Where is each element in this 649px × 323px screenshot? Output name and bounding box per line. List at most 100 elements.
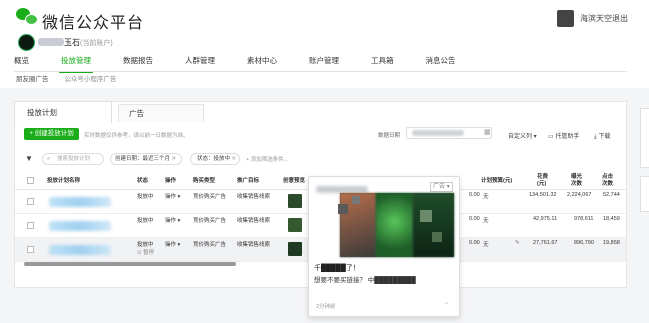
subnav-moments-ads[interactable]: 朋友圈广告: [16, 76, 49, 83]
col-preview: 创意预览: [283, 178, 306, 184]
more-icon[interactable]: ··: [444, 300, 449, 307]
plan-name-redacted[interactable]: [49, 197, 111, 207]
row-clicks: 18,459: [603, 216, 620, 222]
user-name[interactable]: 海滨天空: [580, 13, 612, 24]
plan-name-redacted[interactable]: [49, 245, 111, 255]
mosaic-block: [420, 210, 432, 222]
status-filter-chip[interactable]: 状态：投放中 ✕: [190, 153, 240, 165]
mosaic-block: [432, 232, 442, 242]
creative-thumbnail[interactable]: [288, 194, 302, 208]
nav-audience[interactable]: 人群管理: [185, 54, 215, 70]
nav-reports[interactable]: 数据报告: [123, 54, 153, 70]
nav-assets[interactable]: 素材中心: [247, 54, 277, 70]
nav-campaign-management[interactable]: 投放管理: [59, 54, 93, 73]
nav-account[interactable]: 账户管理: [309, 54, 339, 70]
creative-thumbnail[interactable]: [288, 218, 302, 232]
mosaic-block: [338, 204, 348, 214]
close-icon[interactable]: ✕: [232, 156, 237, 162]
plan-name-redacted[interactable]: [49, 221, 111, 231]
calendar-icon[interactable]: ▦: [484, 128, 491, 136]
edit-icon[interactable]: ✎: [515, 240, 520, 246]
row-plan-budget: 无: [483, 242, 489, 248]
row-action-menu[interactable]: 操作 ▾: [165, 192, 180, 200]
add-filter-button[interactable]: + 添加筛选条件...: [246, 155, 288, 163]
row-pause-link[interactable]: ⊙ 暂停: [137, 248, 154, 256]
tab-ad[interactable]: 广告: [118, 104, 204, 122]
creative-thumbnail[interactable]: [288, 242, 302, 256]
popup-ad-title: 千█████了！: [314, 265, 360, 272]
creative-image-right: [413, 193, 454, 257]
row-action-menu[interactable]: 操作 ▾: [165, 240, 180, 248]
wechat-logo-icon: [16, 8, 38, 26]
row-target: 收集销售线索: [237, 194, 271, 200]
select-all-checkbox[interactable]: [27, 177, 34, 184]
nav-notices[interactable]: 消息公告: [426, 54, 456, 70]
tab-plan[interactable]: 投放计划: [14, 101, 112, 123]
nav-overview[interactable]: 概览: [14, 54, 29, 70]
creative-image-middle: [376, 193, 413, 257]
sub-nav: 朋友圈广告 公众号小程序广告: [16, 73, 130, 83]
col-action: 操作: [165, 178, 177, 184]
row-buy-type: 竞价购买广告: [193, 194, 227, 200]
logout-link[interactable]: 退出: [612, 13, 628, 24]
nav-divider: [14, 71, 627, 72]
main-nav: 概览 投放管理 数据报告 人群管理 素材中心 账户管理 工具箱 消息公告: [14, 54, 629, 73]
row-buy-type: 竞价购买广告: [193, 242, 227, 248]
side-float-panel[interactable]: [640, 108, 649, 168]
horizontal-scrollbar[interactable]: [24, 262, 236, 266]
col-exposure[interactable]: 曝光次数: [571, 174, 585, 188]
date-range-redacted: [412, 130, 464, 136]
row-spend: 42,975.11: [533, 216, 558, 222]
row-clicks: 52,744: [603, 192, 620, 198]
col-buy-type: 购买类型: [193, 178, 216, 184]
row-budget: 0.00: [469, 192, 480, 198]
nav-toolbox[interactable]: 工具箱: [371, 54, 394, 70]
popup-account-redacted: [316, 186, 368, 193]
row-spend: 27,761.67: [533, 240, 558, 246]
col-target: 推广目标: [237, 178, 260, 184]
row-plan-budget: 无: [483, 194, 489, 200]
account-avatar: [18, 34, 35, 51]
row-checkbox[interactable]: [27, 198, 34, 205]
search-input[interactable]: ⌕ 搜索投放计划: [42, 153, 104, 165]
row-budget: 0.00: [469, 240, 480, 246]
created-date-filter-chip[interactable]: 创建日期：最近三个月 ✕: [110, 153, 182, 165]
col-plan-budget: 计划预算(元): [481, 178, 513, 184]
filter-icon[interactable]: ▼: [25, 154, 33, 163]
row-checkbox[interactable]: [27, 246, 34, 253]
row-exposure: 2,224,067: [567, 192, 592, 198]
row-budget: 0.00: [469, 216, 480, 222]
trust-assistant-button[interactable]: ▭ 托管助手: [548, 131, 579, 140]
date-label: 数据日期: [378, 133, 401, 139]
row-spend: 134,501.32: [529, 192, 557, 198]
close-icon[interactable]: ✕: [172, 156, 177, 162]
create-plan-button[interactable]: + 创建投放计划: [24, 128, 79, 140]
user-avatar[interactable]: [557, 10, 574, 27]
row-action-menu[interactable]: 操作 ▾: [165, 216, 180, 224]
search-icon: ⌕: [47, 156, 51, 162]
brand-title: 微信公众平台: [42, 15, 145, 32]
account-name: 玉石(当前账户): [64, 38, 113, 47]
side-float-panel[interactable]: [640, 176, 649, 212]
row-target: 收集销售线索: [237, 242, 271, 248]
custom-columns-button[interactable]: 自定义列 ▾: [508, 131, 537, 140]
row-checkbox[interactable]: [27, 222, 34, 229]
row-target: 收集销售线索: [237, 218, 271, 224]
col-clicks[interactable]: 点击次数: [602, 174, 616, 188]
row-buy-type: 竞价购买广告: [193, 218, 227, 224]
row-status: 投放中: [137, 194, 154, 200]
data-hint: 实时数据仅供参考，请以前一日数据为准。: [84, 133, 189, 139]
chevron-down-icon: ▾: [446, 184, 450, 190]
download-button[interactable]: ⤓ 下载: [594, 131, 610, 141]
col-spend[interactable]: 花费(元): [537, 174, 549, 188]
chevron-down-icon: ▾: [177, 194, 181, 200]
panel-border: [626, 100, 627, 288]
col-plan-name[interactable]: 投放计划名称: [47, 172, 80, 190]
chevron-down-icon: ▾: [177, 242, 181, 248]
subnav-official-account-ads[interactable]: 公众号小程序广告: [64, 76, 116, 83]
account-name-redacted: [38, 38, 64, 46]
popup-ad-description: 想要不要买链接？ 中█████████: [314, 277, 416, 284]
row-clicks: 19,858: [603, 240, 620, 246]
popup-timestamp: 2分钟前: [316, 304, 336, 310]
ad-badge: 广告 ▾: [430, 182, 453, 192]
